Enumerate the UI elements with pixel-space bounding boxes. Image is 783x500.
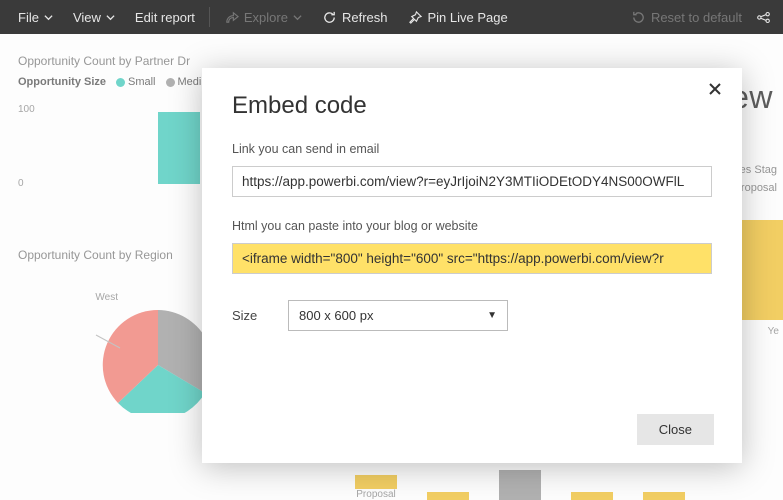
view-menu[interactable]: View xyxy=(63,0,125,34)
explore-icon xyxy=(224,10,239,25)
size-label: Size xyxy=(232,308,268,323)
html-input[interactable] xyxy=(232,243,712,274)
chevron-down-icon xyxy=(44,13,53,22)
caret-down-icon: ▼ xyxy=(487,310,497,321)
chevron-down-icon xyxy=(293,13,302,22)
explore-button: Explore xyxy=(214,0,312,34)
link-input[interactable] xyxy=(232,166,712,197)
close-icon[interactable] xyxy=(708,82,726,100)
top-toolbar: File View Edit report Explore Refresh Pi… xyxy=(0,0,783,34)
html-label: Html you can paste into your blog or web… xyxy=(232,219,712,233)
close-button[interactable]: Close xyxy=(637,414,714,445)
size-select[interactable]: 800 x 600 px ▼ xyxy=(288,300,508,331)
share-button[interactable] xyxy=(752,0,775,34)
file-label: File xyxy=(18,10,39,25)
explore-label: Explore xyxy=(244,10,288,25)
share-icon xyxy=(756,10,771,25)
reset-label: Reset to default xyxy=(651,10,742,25)
toolbar-separator xyxy=(209,7,210,27)
reset-icon xyxy=(631,10,646,25)
pin-label: Pin Live Page xyxy=(428,10,508,25)
link-label: Link you can send in email xyxy=(232,142,712,156)
refresh-button[interactable]: Refresh xyxy=(312,0,398,34)
pin-button[interactable]: Pin Live Page xyxy=(398,0,518,34)
chevron-down-icon xyxy=(106,13,115,22)
file-menu[interactable]: File xyxy=(8,0,63,34)
refresh-icon xyxy=(322,10,337,25)
pin-icon xyxy=(408,10,423,25)
edit-report-label: Edit report xyxy=(135,10,195,25)
reset-button: Reset to default xyxy=(621,0,752,34)
refresh-label: Refresh xyxy=(342,10,388,25)
embed-code-dialog: Embed code Link you can send in email Ht… xyxy=(202,68,742,463)
view-label: View xyxy=(73,10,101,25)
size-value: 800 x 600 px xyxy=(299,308,373,323)
dialog-title: Embed code xyxy=(232,92,712,120)
edit-report-button[interactable]: Edit report xyxy=(125,0,205,34)
